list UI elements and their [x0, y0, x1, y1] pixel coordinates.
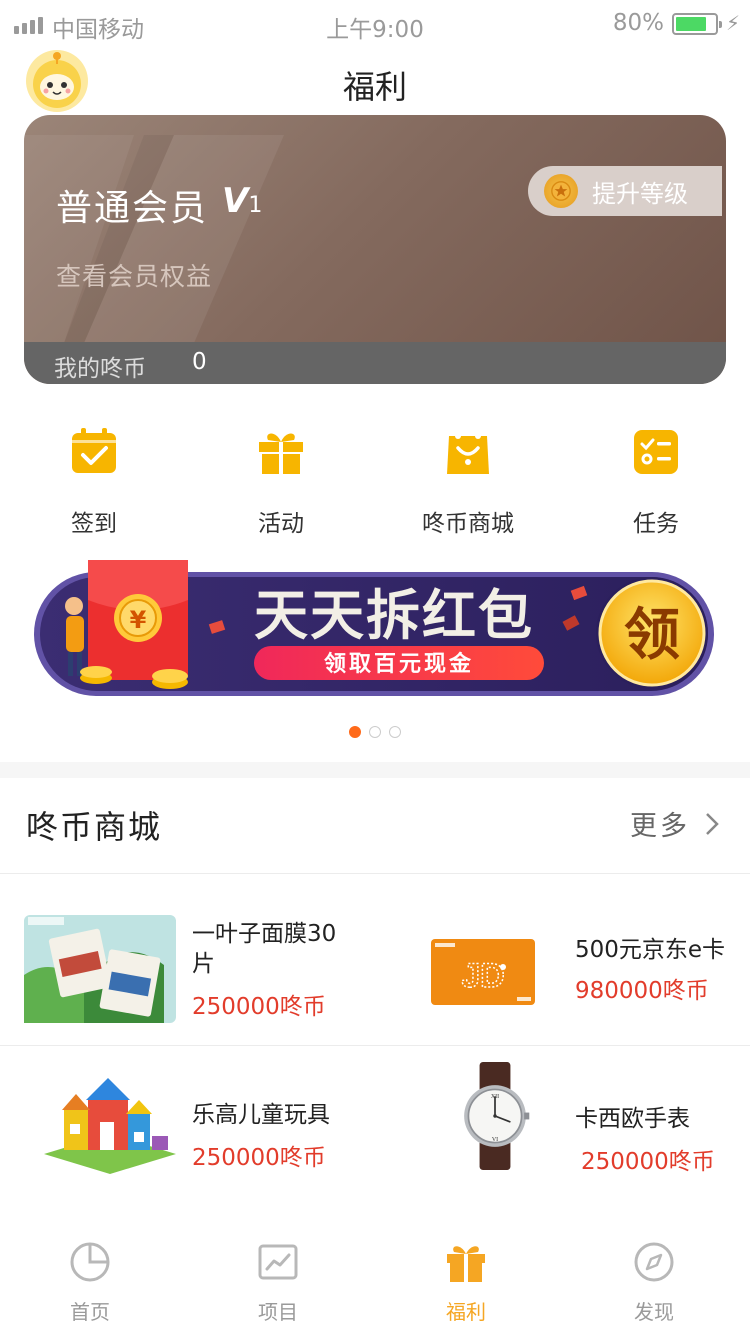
section-gap: [0, 762, 750, 778]
tab-label: 首页: [70, 1300, 110, 1324]
product-name: 乐高儿童玩具: [192, 1102, 330, 1128]
upgrade-level-button[interactable]: 提升等级: [528, 166, 722, 216]
product-name: 一叶子面膜30 片: [192, 921, 337, 977]
charging-icon: ⚡: [725, 11, 740, 35]
quick-item-activity[interactable]: 活动: [211, 426, 351, 538]
svg-text:JD: JD: [461, 957, 504, 995]
product-card-casio-watch[interactable]: XII VI 卡西欧手表 250000咚币: [375, 1046, 750, 1216]
quick-item-label: 活动: [258, 511, 304, 537]
product-price: 250000咚币: [192, 1145, 326, 1171]
vip-level-badge: V1: [222, 181, 263, 221]
svg-text:VI: VI: [492, 1137, 498, 1143]
product-image-lego: [44, 1078, 176, 1174]
tab-projects[interactable]: 项目: [218, 1240, 338, 1325]
more-link[interactable]: 更多: [630, 804, 720, 843]
tab-home[interactable]: 首页: [30, 1240, 150, 1325]
task-list-icon: [634, 430, 678, 474]
product-card-face-mask[interactable]: 一叶子面膜30 片 250000咚币: [0, 875, 375, 1045]
upgrade-label: 提升等级: [592, 179, 688, 208]
shopping-bag-icon: [447, 433, 489, 474]
carousel-dots[interactable]: [0, 726, 750, 738]
banner-subtitle: 领取百元现金: [324, 651, 474, 677]
quick-item-label: 咚币商城: [422, 511, 514, 537]
product-card-jd-ecard[interactable]: JD 500元京东e卡 980000咚币: [375, 875, 750, 1045]
bottom-tab-bar: 首页 项目 福利 发现: [0, 1234, 750, 1334]
star-coin-icon: [544, 174, 578, 208]
quick-item-coin-mall[interactable]: 咚币商城: [398, 426, 538, 538]
my-coins-value: 0: [192, 349, 207, 375]
tab-discover[interactable]: 发现: [594, 1240, 714, 1325]
product-price: 250000咚币: [192, 994, 326, 1020]
carousel-dot-active[interactable]: [349, 726, 361, 738]
banner-title: 天天拆红包: [254, 584, 534, 647]
product-name: 卡西欧手表: [575, 1106, 690, 1132]
tab-label: 发现: [634, 1300, 674, 1324]
banner-claim-button: 领: [624, 603, 680, 668]
quick-menu: 签到 活动 咚币商城 任务: [0, 426, 750, 538]
product-image-face-mask: [24, 915, 176, 1023]
product-card-lego[interactable]: 乐高儿童玩具 250000咚币: [0, 1046, 375, 1216]
gift-icon: [259, 433, 303, 474]
product-image-jd-ecard: JD: [431, 939, 535, 1005]
gift-icon: [447, 1246, 485, 1282]
quick-item-label: 签到: [71, 511, 117, 537]
tab-label: 福利: [446, 1300, 486, 1324]
member-level: 普通会员: [56, 188, 209, 229]
carousel-dot[interactable]: [389, 726, 401, 738]
line-chart-icon: [258, 1244, 298, 1280]
page-title: 福利: [342, 68, 407, 106]
product-name: 500元京东e卡: [575, 937, 726, 963]
battery-percent: 80%: [612, 10, 664, 36]
product-price: 250000咚币: [581, 1149, 715, 1175]
status-bar: 中国移动 上午9:00 80% ⚡: [0, 0, 750, 48]
quick-item-checkin[interactable]: 签到: [24, 426, 164, 538]
banner-currency: ¥: [130, 606, 147, 634]
more-label: 更多: [630, 811, 690, 842]
product-price: 980000咚币: [575, 978, 709, 1004]
compass-icon: [634, 1242, 674, 1282]
svg-text:XII: XII: [491, 1094, 499, 1100]
product-image-casio-watch: XII VI: [464, 1062, 530, 1170]
tab-welfare[interactable]: 福利: [406, 1240, 526, 1325]
calendar-check-icon: [72, 428, 116, 473]
red-packet-banner[interactable]: ¥ 天天拆红包 领取百元现金 领: [24, 558, 726, 708]
chevron-right-icon: [706, 812, 719, 835]
mall-header: 咚币商城 更多: [0, 778, 750, 874]
carousel-dot[interactable]: [369, 726, 381, 738]
quick-item-label: 任务: [633, 511, 679, 537]
tab-label: 项目: [258, 1300, 298, 1324]
quick-item-tasks[interactable]: 任务: [586, 426, 726, 538]
view-benefits-link[interactable]: 查看会员权益: [56, 257, 212, 293]
my-coins-bar[interactable]: 我的咚币 0: [24, 342, 726, 384]
pie-chart-icon: [70, 1242, 110, 1282]
my-coins-label: 我的咚币: [54, 356, 146, 382]
battery-icon: [672, 13, 722, 35]
mall-title: 咚币商城: [26, 808, 163, 846]
member-card[interactable]: 普通会员 V1 查看会员权益 提升等级 我的咚币 0: [24, 115, 726, 384]
